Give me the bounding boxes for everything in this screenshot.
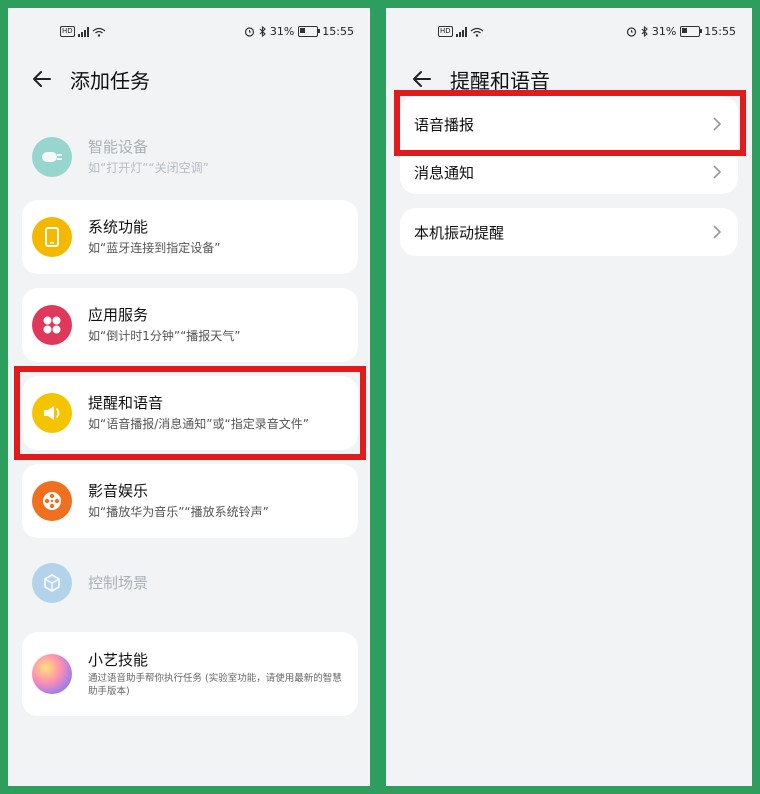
battery-icon xyxy=(680,26,703,37)
menu-item-vibration-reminder[interactable]: 本机振动提醒 xyxy=(402,210,736,254)
task-item-celia-skills[interactable]: 小艺技能 通过语音助手帮你执行任务 (实验室功能，请使用最新的智慧助手版本) xyxy=(22,632,358,716)
item-title: 影音娱乐 xyxy=(88,482,149,500)
task-item-control-scenes: 控制场景 xyxy=(32,560,346,606)
clock: 15:55 xyxy=(322,25,354,38)
item-subtitle: 如“倒计时1分钟”“播报天气” xyxy=(88,329,241,343)
task-item-smart-devices: 智能设备 如“打开灯”“关闭空调” xyxy=(32,126,346,188)
item-title: 应用服务 xyxy=(88,306,149,324)
item-subtitle: 如“播放华为音乐”“播放系统铃声” xyxy=(88,505,269,519)
plug-icon xyxy=(32,137,72,177)
cube-icon xyxy=(32,563,72,603)
film-reel-icon xyxy=(32,481,72,521)
wifi-icon xyxy=(92,27,106,37)
back-arrow-icon[interactable] xyxy=(32,69,52,89)
hd-badge: HD xyxy=(438,26,453,37)
bluetooth-icon xyxy=(641,26,648,37)
item-subtitle: 通过语音助手帮你执行任务 (实验室功能，请使用最新的智慧助手版本) xyxy=(88,673,342,697)
alarm-icon xyxy=(244,27,254,37)
wifi-icon xyxy=(470,27,484,37)
status-bar: HD 31% 15:55 xyxy=(386,24,752,42)
task-item-system-functions[interactable]: 系统功能 如“蓝牙连接到指定设备” xyxy=(22,200,358,274)
menu-label: 消息通知 xyxy=(414,163,475,182)
highlight-box xyxy=(14,366,366,460)
phone-icon xyxy=(32,217,72,257)
menu-label: 本机振动提醒 xyxy=(414,223,505,242)
clock: 15:55 xyxy=(704,25,736,38)
chevron-right-icon xyxy=(713,225,722,239)
chevron-right-icon xyxy=(713,165,722,179)
apps-grid-icon xyxy=(32,305,72,345)
battery-icon xyxy=(298,26,321,37)
bluetooth-icon xyxy=(259,26,266,37)
item-title: 控制场景 xyxy=(88,574,149,592)
left-phone-screen: HD 31% 15:55 添加任务 智能设备 如“打开灯”“关闭空调” 系统功能… xyxy=(8,8,370,786)
hd-badge: HD xyxy=(60,26,75,37)
highlight-box xyxy=(394,90,746,156)
menu-item-message-notification[interactable]: 消息通知 xyxy=(402,150,736,194)
alarm-icon xyxy=(626,27,636,37)
title-bar: 添加任务 xyxy=(32,64,150,94)
celia-orb-icon xyxy=(32,654,72,694)
battery-percent: 31% xyxy=(651,25,677,38)
task-item-app-services[interactable]: 应用服务 如“倒计时1分钟”“播报天气” xyxy=(22,288,358,362)
status-bar: HD 31% 15:55 xyxy=(8,24,370,42)
item-subtitle: 如“打开灯”“关闭空调” xyxy=(88,161,209,175)
item-title: 小艺技能 xyxy=(88,651,149,669)
item-title: 系统功能 xyxy=(88,218,149,236)
page-title: 添加任务 xyxy=(70,68,150,93)
right-phone-screen: HD 31% 15:55 提醒和语音 语音播报 消息通知 本机振动提醒 xyxy=(386,8,752,786)
back-arrow-icon[interactable] xyxy=(412,69,432,89)
signal-icon xyxy=(455,26,467,37)
battery-percent: 31% xyxy=(269,25,295,38)
item-subtitle: 如“蓝牙连接到指定设备” xyxy=(88,241,221,255)
item-title: 智能设备 xyxy=(88,138,149,156)
task-item-media-entertainment[interactable]: 影音娱乐 如“播放华为音乐”“播放系统铃声” xyxy=(22,464,358,538)
signal-icon xyxy=(77,26,89,37)
